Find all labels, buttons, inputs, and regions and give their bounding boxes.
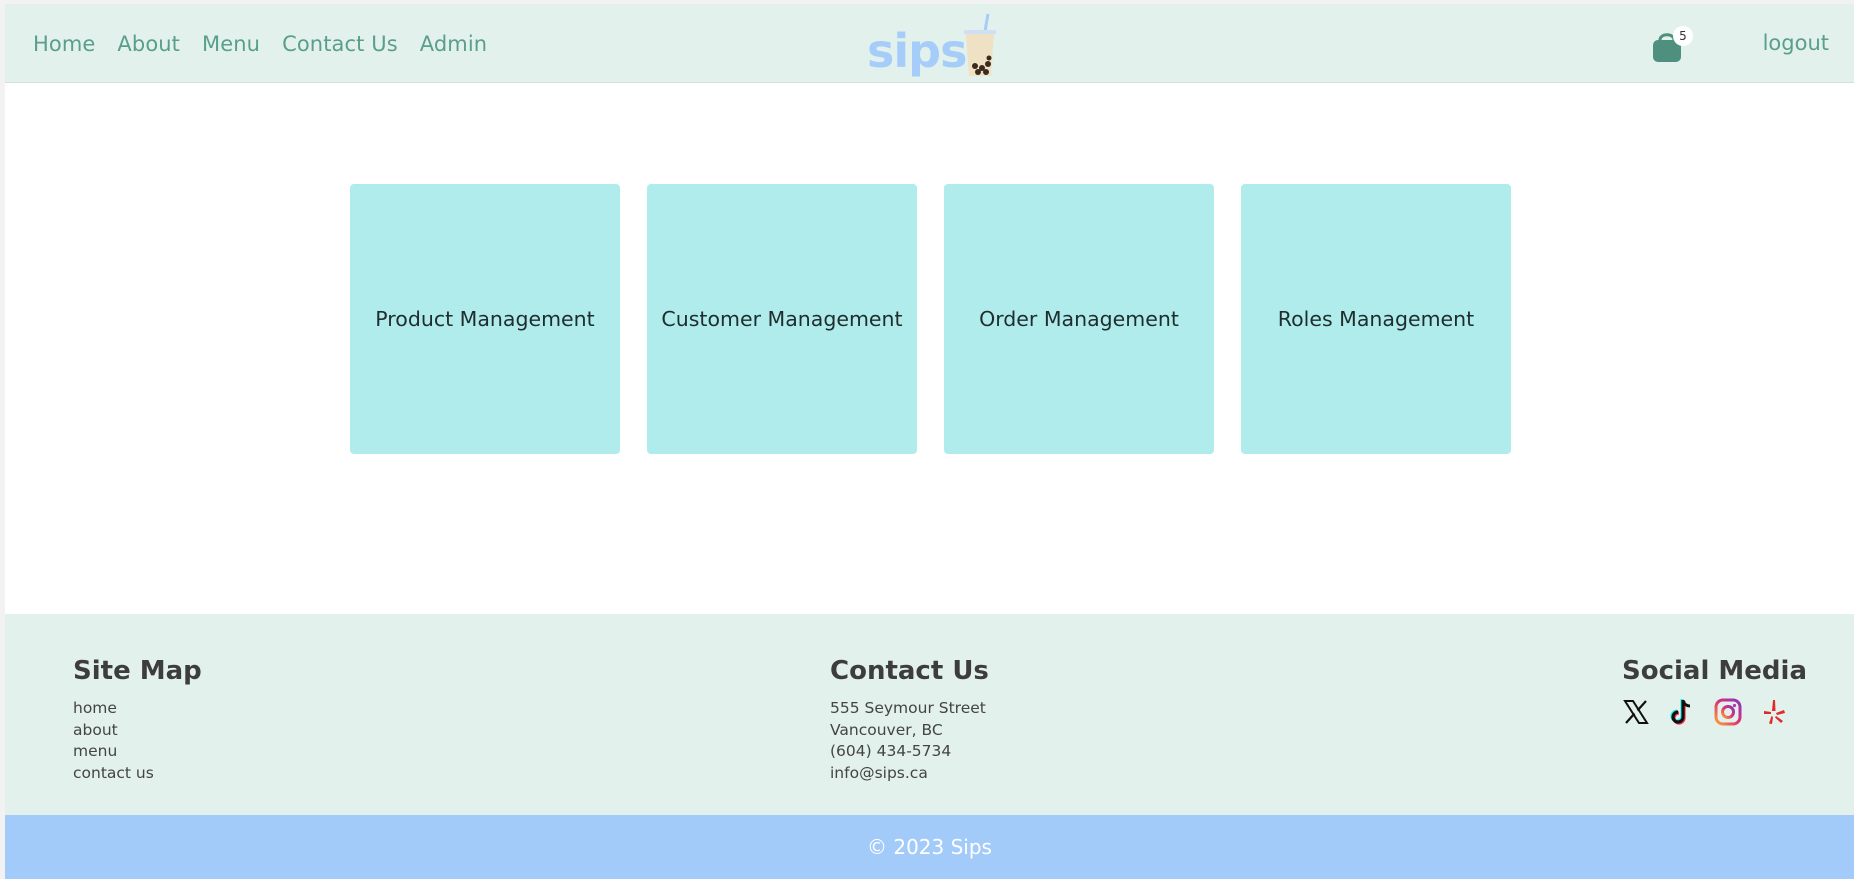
contact-title: Contact Us <box>830 656 989 686</box>
nav-admin-link[interactable]: Admin <box>420 32 487 56</box>
sitemap-section: Site Map home about menu contact us <box>73 656 202 784</box>
nav-home-link[interactable]: Home <box>33 32 95 56</box>
social-links <box>1622 698 1807 726</box>
boba-cup-icon <box>964 13 996 76</box>
social-title: Social Media <box>1622 656 1807 686</box>
nav-contact-link[interactable]: Contact Us <box>282 32 398 56</box>
tiktok-icon[interactable] <box>1668 698 1696 726</box>
contact-street: 555 Seymour Street <box>830 699 986 717</box>
social-section: Social Media <box>1622 656 1807 726</box>
sitemap-contact-link[interactable]: contact us <box>73 763 202 785</box>
card-label: Roles Management <box>1277 307 1475 331</box>
copyright-text: © 2023 Sips <box>867 835 992 859</box>
contact-section: Contact Us 555 Seymour Street Vancouver,… <box>830 656 989 784</box>
card-label: Product Management <box>375 307 595 331</box>
contact-city: Vancouver, BC <box>830 720 943 739</box>
yelp-icon[interactable] <box>1760 698 1788 726</box>
customer-management-card[interactable]: Customer Management <box>647 184 917 454</box>
admin-cards: Product Management Customer Management O… <box>350 184 1511 454</box>
copyright-bar: © 2023 Sips <box>5 815 1854 879</box>
card-label: Order Management <box>979 307 1179 331</box>
cart-button[interactable]: 5 <box>1651 24 1693 64</box>
page: Home About Menu Contact Us Admin sips 5 … <box>5 4 1854 879</box>
sitemap-home-link[interactable]: home <box>73 698 202 720</box>
header: Home About Menu Contact Us Admin sips 5 … <box>5 4 1854 83</box>
main-nav: Home About Menu Contact Us Admin <box>33 4 487 83</box>
order-management-card[interactable]: Order Management <box>944 184 1214 454</box>
roles-management-card[interactable]: Roles Management <box>1241 184 1511 454</box>
instagram-icon[interactable] <box>1714 698 1742 726</box>
sitemap-menu-link[interactable]: menu <box>73 741 202 763</box>
logout-link[interactable]: logout <box>1763 4 1829 83</box>
product-management-card[interactable]: Product Management <box>350 184 620 454</box>
footer: Site Map home about menu contact us Cont… <box>5 614 1854 815</box>
sips-logo[interactable]: sips <box>867 10 1007 80</box>
contact-email: info@sips.ca <box>830 763 928 782</box>
sitemap-title: Site Map <box>73 656 202 686</box>
nav-about-link[interactable]: About <box>117 32 180 56</box>
cart-count-badge: 5 <box>1673 26 1693 46</box>
logo-text: sips <box>867 24 967 78</box>
sitemap-about-link[interactable]: about <box>73 720 202 742</box>
nav-menu-link[interactable]: Menu <box>202 32 260 56</box>
contact-phone: (604) 434-5734 <box>830 742 952 760</box>
card-label: Customer Management <box>661 307 903 331</box>
x-icon[interactable] <box>1622 698 1650 726</box>
